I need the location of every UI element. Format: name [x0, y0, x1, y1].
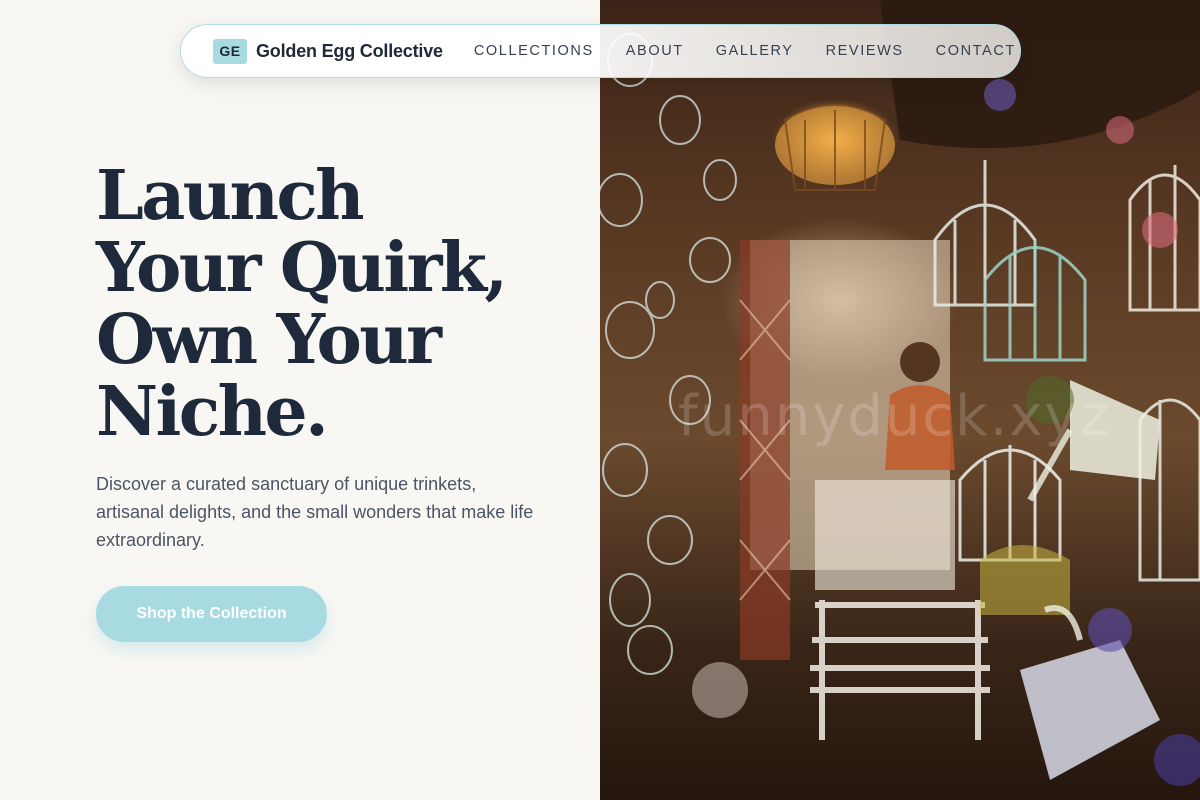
hero-subtext: Discover a curated sanctuary of unique t… [96, 474, 534, 550]
headline-line: Own Your [96, 300, 442, 380]
headline-line: Launch [96, 156, 365, 236]
headline-line: Your Quirk, [96, 228, 508, 308]
shop-collection-button[interactable]: Shop the Collection [96, 586, 327, 642]
nav-link-gallery[interactable]: GALLERY [716, 43, 794, 59]
nav-link-about[interactable]: ABOUT [626, 43, 684, 59]
nav-links: COLLECTIONS ABOUT GALLERY REVIEWS CONTAC… [474, 43, 1016, 59]
brand-logo-badge: GE [213, 38, 247, 64]
hero-headline: Launch Your Quirk, Own Your Niche. [96, 160, 576, 448]
brand-name: Golden Egg Collective [256, 40, 443, 61]
headline-line: Niche. [96, 372, 329, 452]
nav-link-collections[interactable]: COLLECTIONS [474, 43, 594, 59]
top-navigation-bar: GE Golden Egg Collective COLLECTIONS ABO… [180, 24, 1021, 78]
nav-link-contact[interactable]: CONTACT [936, 43, 1016, 59]
landing-page: funnyduck.xyz GE Golden Egg Collective C… [0, 0, 1200, 800]
image-watermark: funnyduck.xyz [678, 384, 1112, 449]
nav-link-reviews[interactable]: REVIEWS [826, 43, 904, 59]
hero-image: funnyduck.xyz [600, 0, 1200, 800]
brand-home-link[interactable]: GE Golden Egg Collective [213, 38, 443, 64]
